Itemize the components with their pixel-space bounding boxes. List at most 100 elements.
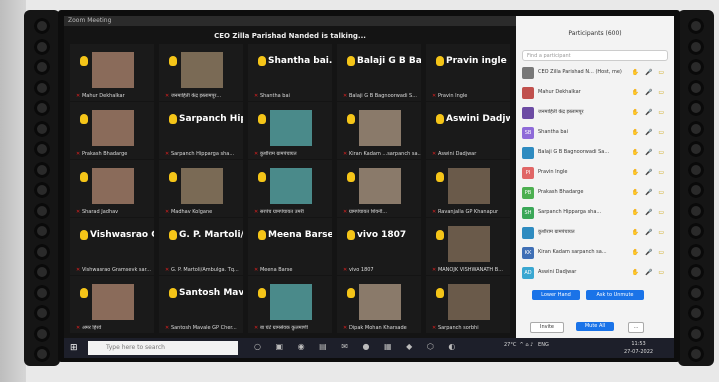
tile-name-label: Meena Barse [254, 267, 332, 273]
zoom-gallery-view: Zoom Meeting CEO Zilla Parishad Nanded i… [64, 16, 520, 338]
participant-video-image [92, 168, 134, 204]
taskbar-search-input[interactable]: Type here to search [88, 341, 238, 355]
speaker-grille-dot [688, 325, 704, 342]
participant-row[interactable]: SB Shantha bai ✋ 🎤 ▭ [520, 126, 670, 140]
participant-video-tile[interactable]: बा घंटे ग्रामसेवक कुलमाणी [248, 276, 332, 333]
tile-name-label: Aswini Dadjwar [432, 151, 510, 157]
participant-name-text: कुशीराम ग्रामपंचायत [538, 229, 575, 235]
participant-video-tile[interactable]: Mahur Dekhalkar [70, 44, 154, 101]
participant-video-tile[interactable]: Prakash Bhadarge [70, 102, 154, 159]
participant-video-tile[interactable]: कुशीराम ग्रामपंचायत [248, 102, 332, 159]
tile-name-label: Pravin Ingle [432, 93, 510, 99]
participant-search-input[interactable]: Find a participant [522, 50, 668, 61]
participant-video-tile[interactable]: Santosh Mavale... Santosh Mavale GP Cher.… [159, 276, 243, 333]
more-options-button[interactable]: ... [628, 322, 644, 333]
participant-row[interactable]: Balaji G B Bagnoorwadi Sa... ✋ 🎤 ▭ [520, 146, 670, 160]
raised-hand-icon [258, 288, 266, 298]
tile-display-name: Aswini Dadjwar [446, 114, 510, 124]
participant-video-image [270, 284, 312, 320]
participant-video-tile[interactable]: Sharad Jadhav [70, 160, 154, 217]
participant-status-icons: ✋ 🎤 ▭ [631, 69, 666, 76]
participant-video-tile[interactable]: Vishwasrao Gra... Vishwasrao Gramsevk sar… [70, 218, 154, 275]
participant-video-image [92, 284, 134, 320]
participant-video-tile[interactable]: ग्रामपंचायत शिवनी... [337, 160, 421, 217]
participant-row[interactable]: PI Pravin Ingle ✋ 🎤 ▭ [520, 166, 670, 180]
participant-video-tile[interactable]: G. P. Martoli/A... G. P. Martoli/Ambulga.… [159, 218, 243, 275]
participant-video-tile[interactable]: जनमाहिती केंद्र इस्लामपूर... [159, 44, 243, 101]
participant-status-icons: ✋ 🎤 ▭ [631, 169, 666, 176]
tile-display-name: vivo 1807 [357, 230, 407, 240]
participant-video-image [359, 168, 401, 204]
speaker-grille-dot [688, 120, 704, 137]
participant-avatar: PI [522, 167, 534, 179]
invite-button[interactable]: Invite [530, 322, 564, 333]
raised-hand-icon [436, 172, 444, 182]
participant-video-tile[interactable]: Dipak Mohan Kharsade [337, 276, 421, 333]
tile-name-label: जनमाहिती केंद्र इस्लामपूर... [165, 93, 243, 99]
raised-hand-icon [347, 230, 355, 240]
participant-status-icons: ✋ 🎤 ▭ [631, 229, 666, 236]
participant-video-tile[interactable]: vivo 1807 vivo 1807 [337, 218, 421, 275]
windows-taskbar: ⊞ Type here to search ○ ▣ ◉ ▤ ✉ ● ▦ ◆ ⬡ … [64, 338, 674, 358]
speaker-grille-dot [688, 284, 704, 301]
participant-video-tile[interactable]: सरपंच ग्रामपंचायत उमरी [248, 160, 332, 217]
tile-display-name: Sarpanch Hippa... [179, 114, 243, 124]
taskbar-clock[interactable]: 11:53 27-07-2022 [624, 340, 653, 356]
participant-video-tile[interactable]: Sarpanch Hippa... Sarpanch Hipparga sha..… [159, 102, 243, 159]
participant-avatar [522, 67, 534, 79]
raised-hand-icon [169, 230, 177, 240]
participant-video-tile[interactable]: Shantha bai... Shantha bai [248, 44, 332, 101]
participant-video-image [270, 110, 312, 146]
tile-name-label: G. P. Martoli/Ambulga. Tq... [165, 267, 243, 273]
participant-video-tile[interactable]: अमर हिरवे [70, 276, 154, 333]
raised-hand-icon [436, 56, 444, 66]
speaker-grille-dot [688, 182, 704, 198]
windows-start-icon[interactable]: ⊞ [70, 343, 80, 353]
speaker-grille-dot [688, 59, 704, 75]
raised-hand-icon [347, 288, 355, 298]
participant-row[interactable]: Mahur Dekhalkar ✋ 🎤 ▭ [520, 86, 670, 100]
speaker-grille-dot [34, 243, 50, 260]
participant-video-tile[interactable]: Ravanjalla GP Khanapur [426, 160, 510, 217]
participant-video-tile[interactable]: Balaji G B Bagn... Balaji G B Bagnoorwadi… [337, 44, 421, 101]
raised-hand-icon [347, 172, 355, 182]
tile-name-label: Mahur Dekhalkar [76, 93, 154, 99]
speaker-grille-dot [34, 100, 50, 116]
tile-name-label: Dipak Mohan Kharsade [343, 325, 421, 331]
participant-name: Balaji G B Bagnoorwadi Sa... [538, 149, 628, 155]
lower-hand-button[interactable]: Lower Hand [532, 290, 580, 300]
raised-hand-icon [436, 230, 444, 240]
participant-video-tile[interactable]: Aswini Dadjwar Aswini Dadjwar [426, 102, 510, 159]
participant-name-text: Balaji G B Bagnoorwadi Sa... [538, 149, 610, 155]
tile-display-name: Shantha bai... [268, 56, 332, 66]
participant-row[interactable]: CEO Zilla Parishad N... (Host, me) ✋ 🎤 ▭ [520, 66, 670, 80]
clock-time: 11:53 [631, 341, 646, 347]
participant-video-tile[interactable]: Meena Barse Meena Barse [248, 218, 332, 275]
participant-video-tile[interactable]: MANOJK VISHWANATH B... [426, 218, 510, 275]
participant-row[interactable]: AD Aswini Dadjwar ✋ 🎤 ▭ [520, 266, 670, 280]
tile-name-label: Sarpanch Hipparga sha... [165, 151, 243, 157]
participant-video-tile[interactable]: Pravin ingle Pravin Ingle [426, 44, 510, 101]
tile-name-label: कुशीराम ग्रामपंचायत [254, 151, 332, 157]
participant-row[interactable]: जनमाहिती केंद्र इस्लामपूर ✋ 🎤 ▭ [520, 106, 670, 120]
ask-to-unmute-button[interactable]: Ask to Unmute [586, 290, 644, 300]
participant-video-tile[interactable]: Madhav Kolgane [159, 160, 243, 217]
participant-name-text: Aswini Dadjwar [538, 269, 577, 275]
participant-row[interactable]: KK Kiran Kadam sarpanch sa... ✋ 🎤 ▭ [520, 246, 670, 260]
participant-avatar: KK [522, 247, 534, 259]
participant-row[interactable]: SH Sarpanch Hipparga sha... ✋ 🎤 ▭ [520, 206, 670, 220]
language-indicator[interactable]: ENG [538, 342, 549, 348]
participant-video-image [448, 284, 490, 320]
participant-row[interactable]: PB Prakash Bhadarge ✋ 🎤 ▭ [520, 186, 670, 200]
participant-row[interactable]: कुशीराम ग्रामपंचायत ✋ 🎤 ▭ [520, 226, 670, 240]
participant-video-tile[interactable]: Sarpanch sorbhi [426, 276, 510, 333]
participant-name-text: Shantha bai [538, 129, 568, 135]
tile-display-name: G. P. Martoli/A... [179, 230, 243, 240]
participant-name: कुशीराम ग्रामपंचायत [538, 229, 628, 235]
participant-video-tile[interactable]: Kiran Kadam ...sarpanch sa... [337, 102, 421, 159]
taskbar-app-icons[interactable]: ○ ▣ ◉ ▤ ✉ ● ▦ ◆ ⬡ ◐ [254, 342, 461, 351]
mute-all-button[interactable]: Mute All [576, 322, 614, 331]
window-title: Zoom Meeting [64, 16, 520, 26]
participant-video-image [359, 284, 401, 320]
participant-status-icons: ✋ 🎤 ▭ [631, 89, 666, 96]
